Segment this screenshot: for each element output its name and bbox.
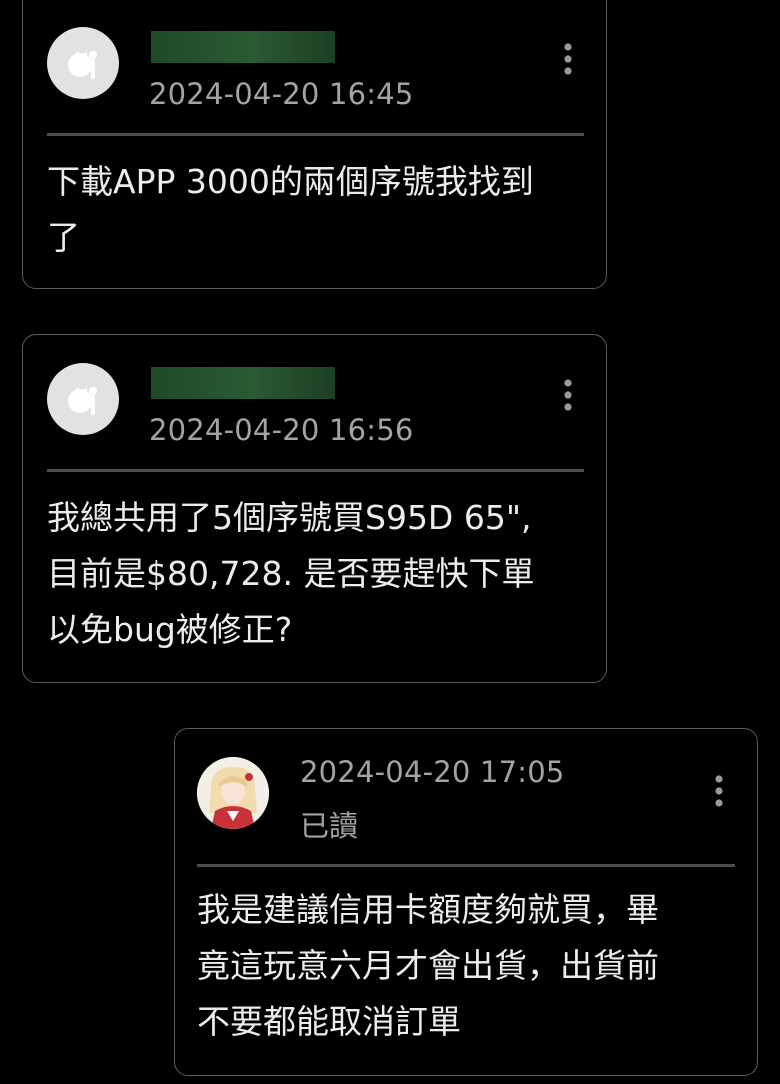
message-line: 我是建議信用卡額度夠就買，畢: [197, 890, 659, 929]
message-line: 竟這玩意六月才會出貨，出貨前: [197, 946, 659, 985]
default-avatar-icon[interactable]: [47, 363, 119, 435]
message-line: 不要都能取消訂單: [197, 1002, 461, 1041]
message-timestamp: 2024-04-20 17:05: [300, 755, 565, 789]
message-timestamp: 2024-04-20 16:56: [149, 413, 414, 447]
default-avatar-icon[interactable]: [47, 27, 119, 99]
message-card: 2024-04-20 16:45 下載APP 3000的兩個序號我找到 了: [22, 0, 607, 289]
more-options-icon[interactable]: [558, 375, 578, 415]
redacted-sender-name: [151, 367, 335, 399]
message-line: 下載APP 3000的兩個序號我找到: [47, 162, 534, 201]
message-timestamp: 2024-04-20 16:45: [149, 77, 414, 111]
more-options-icon[interactable]: [558, 39, 578, 79]
message-body: 我是建議信用卡額度夠就買，畢 竟這玩意六月才會出貨，出貨前 不要都能取消訂單: [197, 882, 659, 1050]
card-divider: [47, 133, 584, 136]
card-divider: [197, 864, 735, 867]
user-photo-avatar[interactable]: [197, 757, 269, 829]
message-line: 目前是$80,728. 是否要趕快下單: [47, 554, 535, 593]
redacted-sender-name: [151, 31, 335, 63]
message-line: 以免bug被修正?: [47, 610, 293, 649]
message-line: 我總共用了5個序號買S95D 65",: [47, 498, 532, 537]
message-card: 2024-04-20 17:05 已讀 我是建議信用卡額度夠就買，畢 竟這玩意六…: [174, 728, 758, 1076]
card-divider: [47, 469, 584, 472]
more-options-icon[interactable]: [709, 771, 729, 811]
message-body: 下載APP 3000的兩個序號我找到 了: [47, 154, 534, 266]
message-line: 了: [47, 218, 80, 257]
message-body: 我總共用了5個序號買S95D 65", 目前是$80,728. 是否要趕快下單 …: [47, 490, 534, 658]
read-status: 已讀: [300, 809, 359, 843]
message-card: 2024-04-20 16:56 我總共用了5個序號買S95D 65", 目前是…: [22, 334, 607, 683]
